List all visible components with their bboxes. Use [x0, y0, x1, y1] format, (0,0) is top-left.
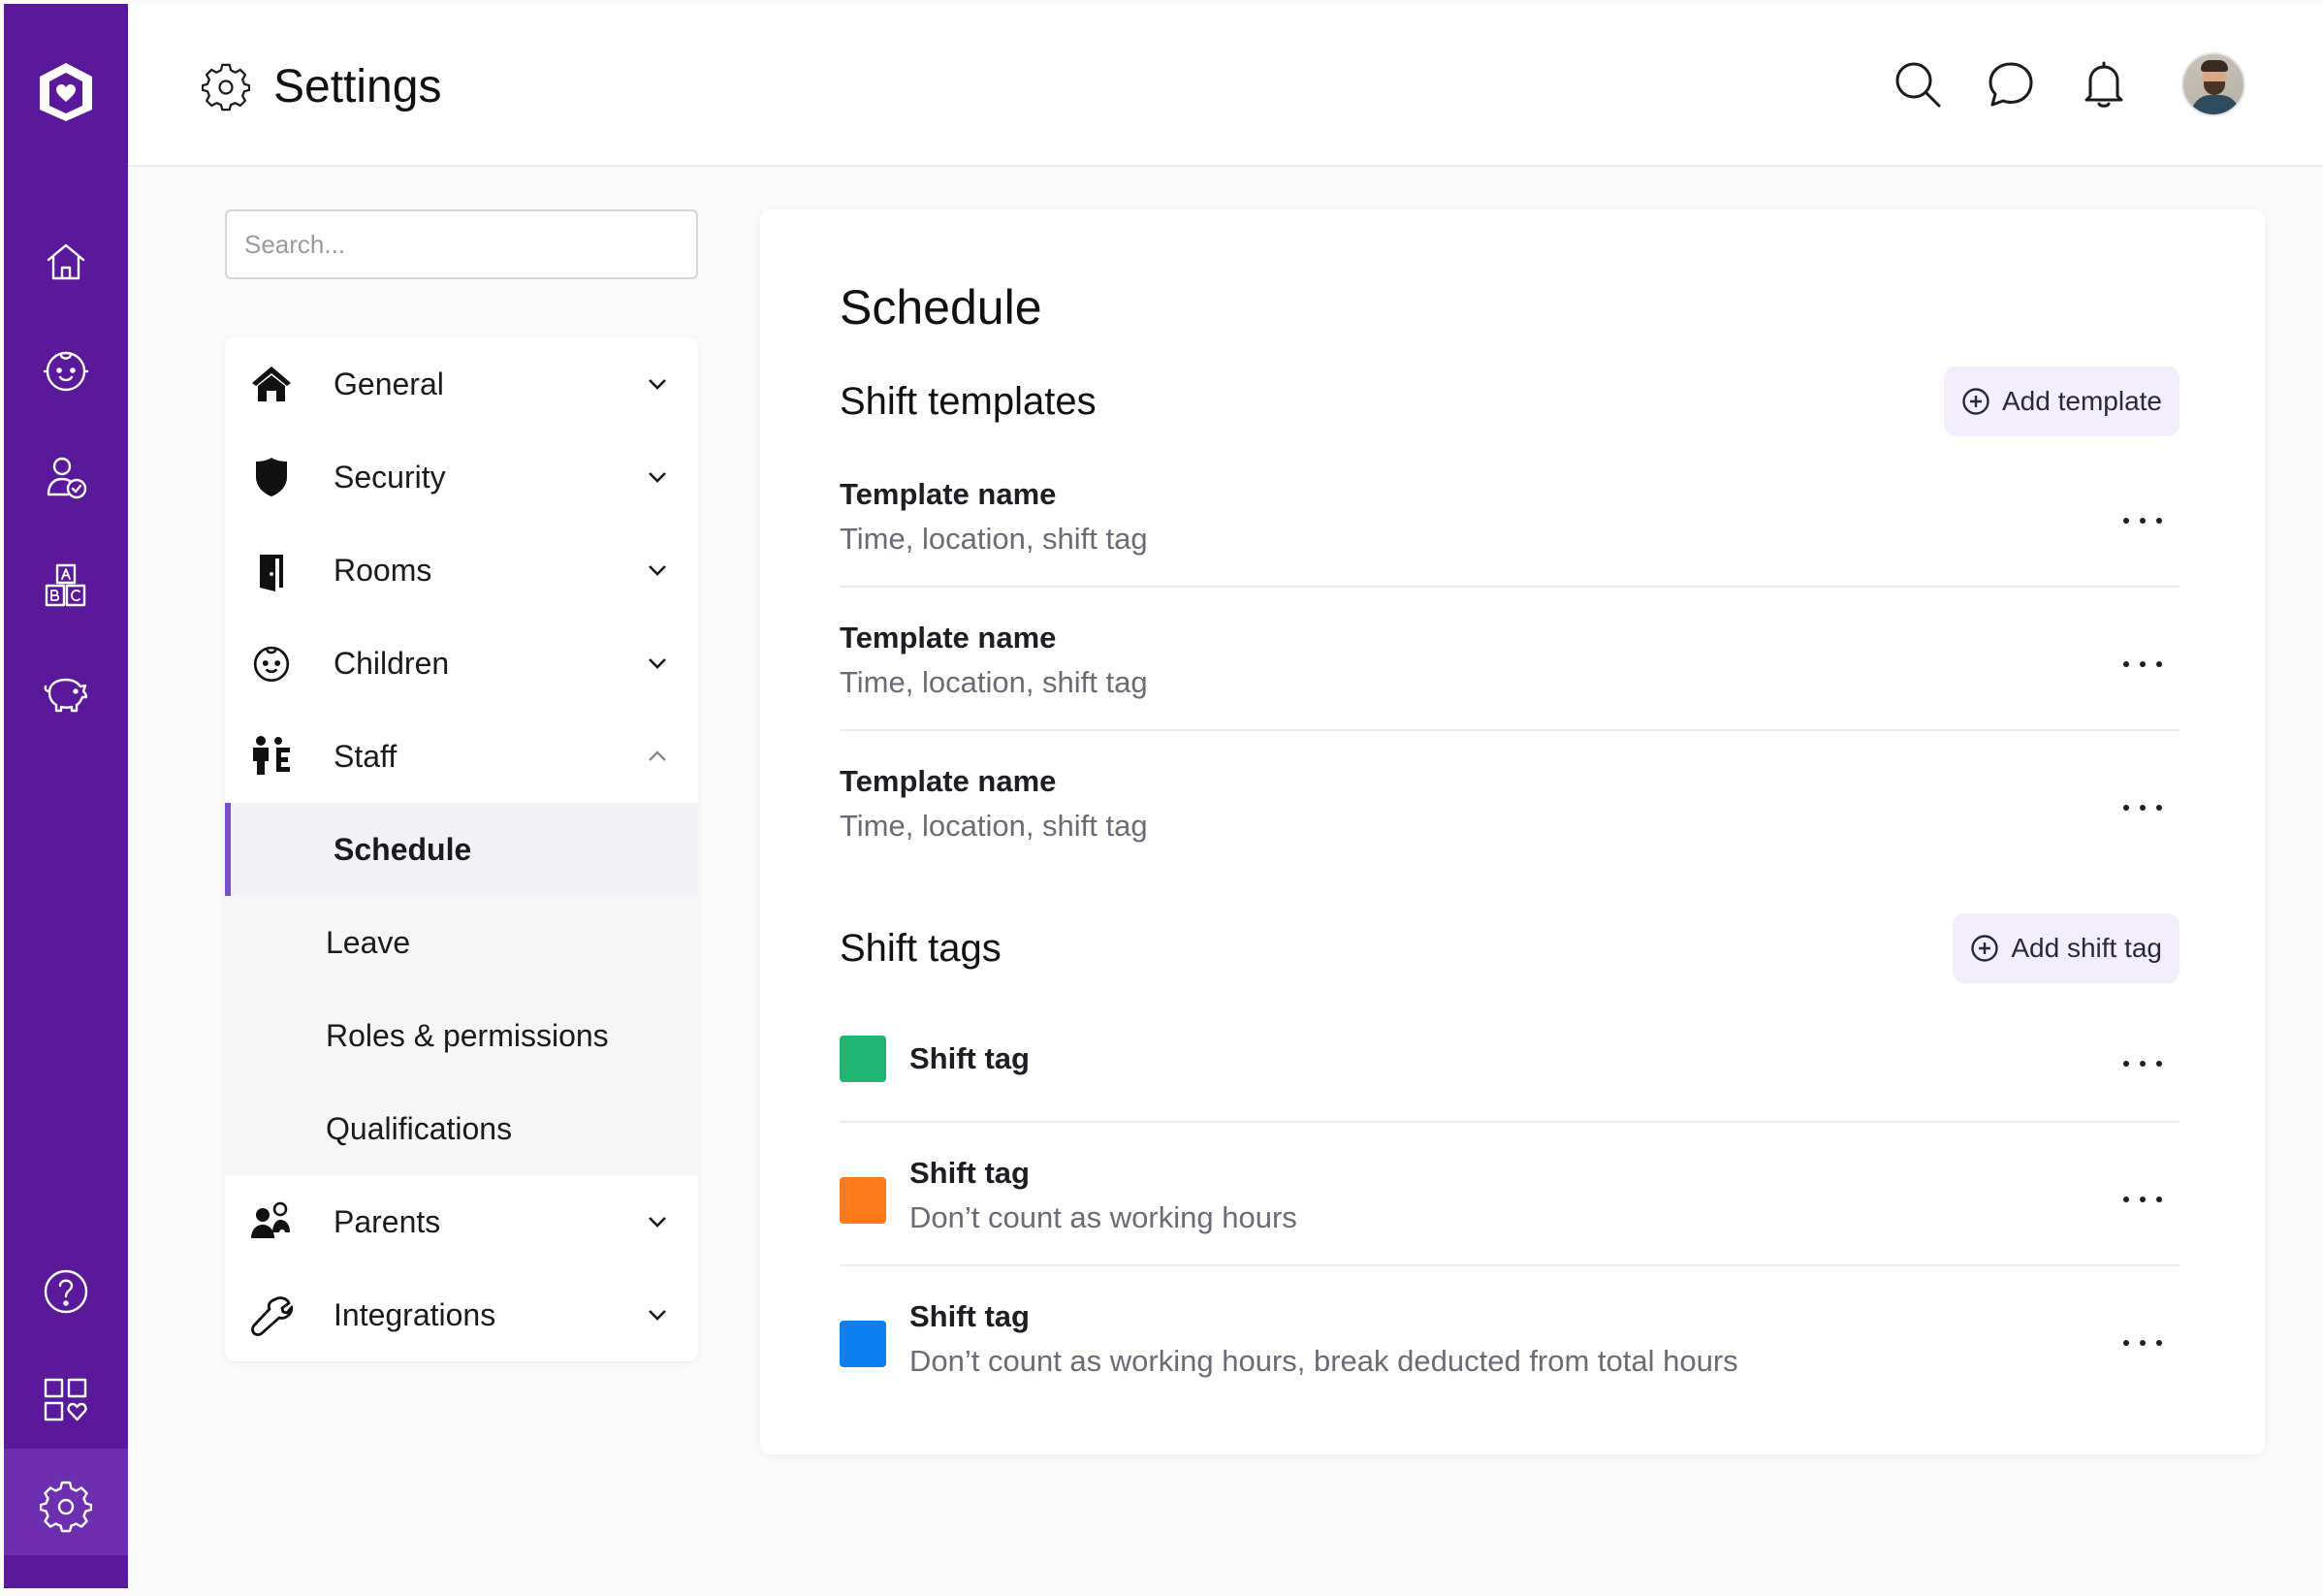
more-options-icon[interactable] [2123, 650, 2162, 679]
add-template-button[interactable]: Add template [1944, 367, 2180, 436]
more-options-icon[interactable] [2123, 1185, 2162, 1214]
template-desc: Time, location, shift tag [840, 809, 1148, 843]
help-icon[interactable] [37, 1262, 95, 1321]
sub-item-label: Schedule [334, 831, 472, 867]
parents-icon [244, 1195, 299, 1249]
more-options-icon[interactable] [2123, 1049, 2162, 1078]
template-row[interactable]: Template name Time, location, shift tag [840, 477, 2180, 557]
template-desc: Time, location, shift tag [840, 522, 1148, 556]
section-page-title: Schedule [840, 280, 1042, 335]
template-row[interactable]: Template name Time, location, shift tag [840, 621, 2180, 700]
nav-label: Integrations [334, 1296, 496, 1332]
divider [840, 1121, 2180, 1123]
template-desc: Time, location, shift tag [840, 665, 1148, 699]
shift-tag-desc: Don’t count as working hours [909, 1200, 1297, 1234]
add-template-label: Add template [2002, 386, 2162, 416]
child-face-icon[interactable] [37, 341, 95, 399]
home-icon[interactable] [37, 233, 95, 291]
app-logo-icon[interactable] [31, 56, 101, 126]
staff-icon [244, 729, 299, 783]
divider [840, 586, 2180, 588]
nav-item-parents[interactable]: Parents [225, 1175, 698, 1268]
nav-item-general[interactable]: General [225, 337, 698, 431]
chevron-down-icon[interactable] [644, 463, 671, 491]
nav-item-rooms[interactable]: Rooms [225, 524, 698, 617]
template-name: Template name [840, 764, 1057, 798]
more-options-icon[interactable] [2123, 506, 2162, 535]
gear-icon [202, 63, 250, 111]
settings-search-input[interactable] [225, 209, 698, 279]
template-row[interactable]: Template name Time, location, shift tag [840, 764, 2180, 844]
nav-label: Parents [334, 1203, 441, 1239]
nav-item-children[interactable]: Children [225, 617, 698, 710]
add-shift-tag-button[interactable]: Add shift tag [1953, 913, 2180, 983]
nav-label: Children [334, 645, 450, 681]
shift-tag-name: Shift tag [909, 1299, 1030, 1333]
nav-item-integrations[interactable]: Integrations [225, 1268, 698, 1361]
divider [840, 1264, 2180, 1266]
piggy-bank-icon[interactable] [37, 665, 95, 723]
shift-tag-name: Shift tag [909, 1156, 1030, 1190]
template-name: Template name [840, 477, 1057, 511]
chevron-up-icon[interactable] [644, 743, 671, 770]
add-shift-tag-label: Add shift tag [2011, 933, 2162, 963]
nav-label: Rooms [334, 552, 432, 588]
chevron-down-icon[interactable] [644, 370, 671, 398]
staff-check-icon[interactable] [37, 448, 95, 506]
top-bar: Settings [128, 4, 2323, 167]
search-icon[interactable] [1889, 55, 1947, 113]
shield-icon [244, 450, 299, 504]
nav-label: General [334, 366, 444, 401]
shift-tag-row[interactable]: Shift tag Don’t count as working hours, … [840, 1299, 2180, 1387]
sub-item-label: Leave [326, 924, 411, 960]
more-options-icon[interactable] [2123, 1328, 2162, 1357]
avatar[interactable] [2181, 52, 2245, 116]
tag-color-swatch [840, 1177, 886, 1224]
chevron-down-icon[interactable] [644, 650, 671, 677]
shift-templates-title: Shift templates [840, 380, 1097, 423]
sub-item-leave[interactable]: Leave [225, 896, 698, 989]
more-options-icon[interactable] [2123, 793, 2162, 822]
chevron-down-icon[interactable] [644, 1301, 671, 1328]
page-title-group: Settings [202, 60, 441, 113]
page-title: Settings [273, 61, 442, 112]
shift-tag-row[interactable]: Shift tag Don’t count as working hours [840, 1156, 2180, 1243]
tag-color-swatch [840, 1321, 886, 1367]
chevron-down-icon[interactable] [644, 1208, 671, 1235]
plus-circle-icon [1971, 935, 1999, 962]
sub-item-label: Roles & permissions [326, 1017, 609, 1053]
nav-label: Staff [334, 738, 398, 774]
shift-tags-title: Shift tags [840, 927, 1002, 970]
child-face-icon [244, 636, 299, 690]
chat-icon[interactable] [1982, 55, 2040, 113]
chevron-down-icon[interactable] [644, 557, 671, 584]
bell-icon[interactable] [2075, 55, 2133, 113]
sub-item-schedule[interactable]: Schedule [225, 803, 698, 896]
abc-blocks-icon[interactable] [37, 557, 95, 615]
shift-tag-row[interactable]: Shift tag [840, 1034, 2180, 1092]
settings-nav: General Security Rooms Children Staff Sc… [225, 337, 698, 1361]
nav-item-staff[interactable]: Staff [225, 710, 698, 803]
plus-circle-icon [1962, 388, 1989, 415]
apps-icon[interactable] [37, 1371, 95, 1429]
sub-item-roles-permissions[interactable]: Roles & permissions [225, 989, 698, 1082]
sub-item-label: Qualifications [326, 1110, 513, 1146]
door-icon [244, 543, 299, 597]
shift-tag-desc: Don’t count as working hours, break dedu… [909, 1344, 1738, 1378]
top-actions [1854, 52, 2245, 116]
rail-icons [4, 4, 128, 1588]
nav-label: Security [334, 459, 446, 495]
wrench-icon [244, 1288, 299, 1342]
tag-color-swatch [840, 1036, 886, 1082]
sub-item-qualifications[interactable]: Qualifications [225, 1082, 698, 1175]
schedule-card: Schedule Shift templates Add template Te… [760, 209, 2265, 1454]
settings-icon[interactable] [37, 1478, 95, 1536]
divider [840, 729, 2180, 731]
shift-tag-name: Shift tag [909, 1041, 1030, 1075]
template-name: Template name [840, 621, 1057, 654]
nav-item-security[interactable]: Security [225, 431, 698, 524]
house-icon [244, 357, 299, 411]
